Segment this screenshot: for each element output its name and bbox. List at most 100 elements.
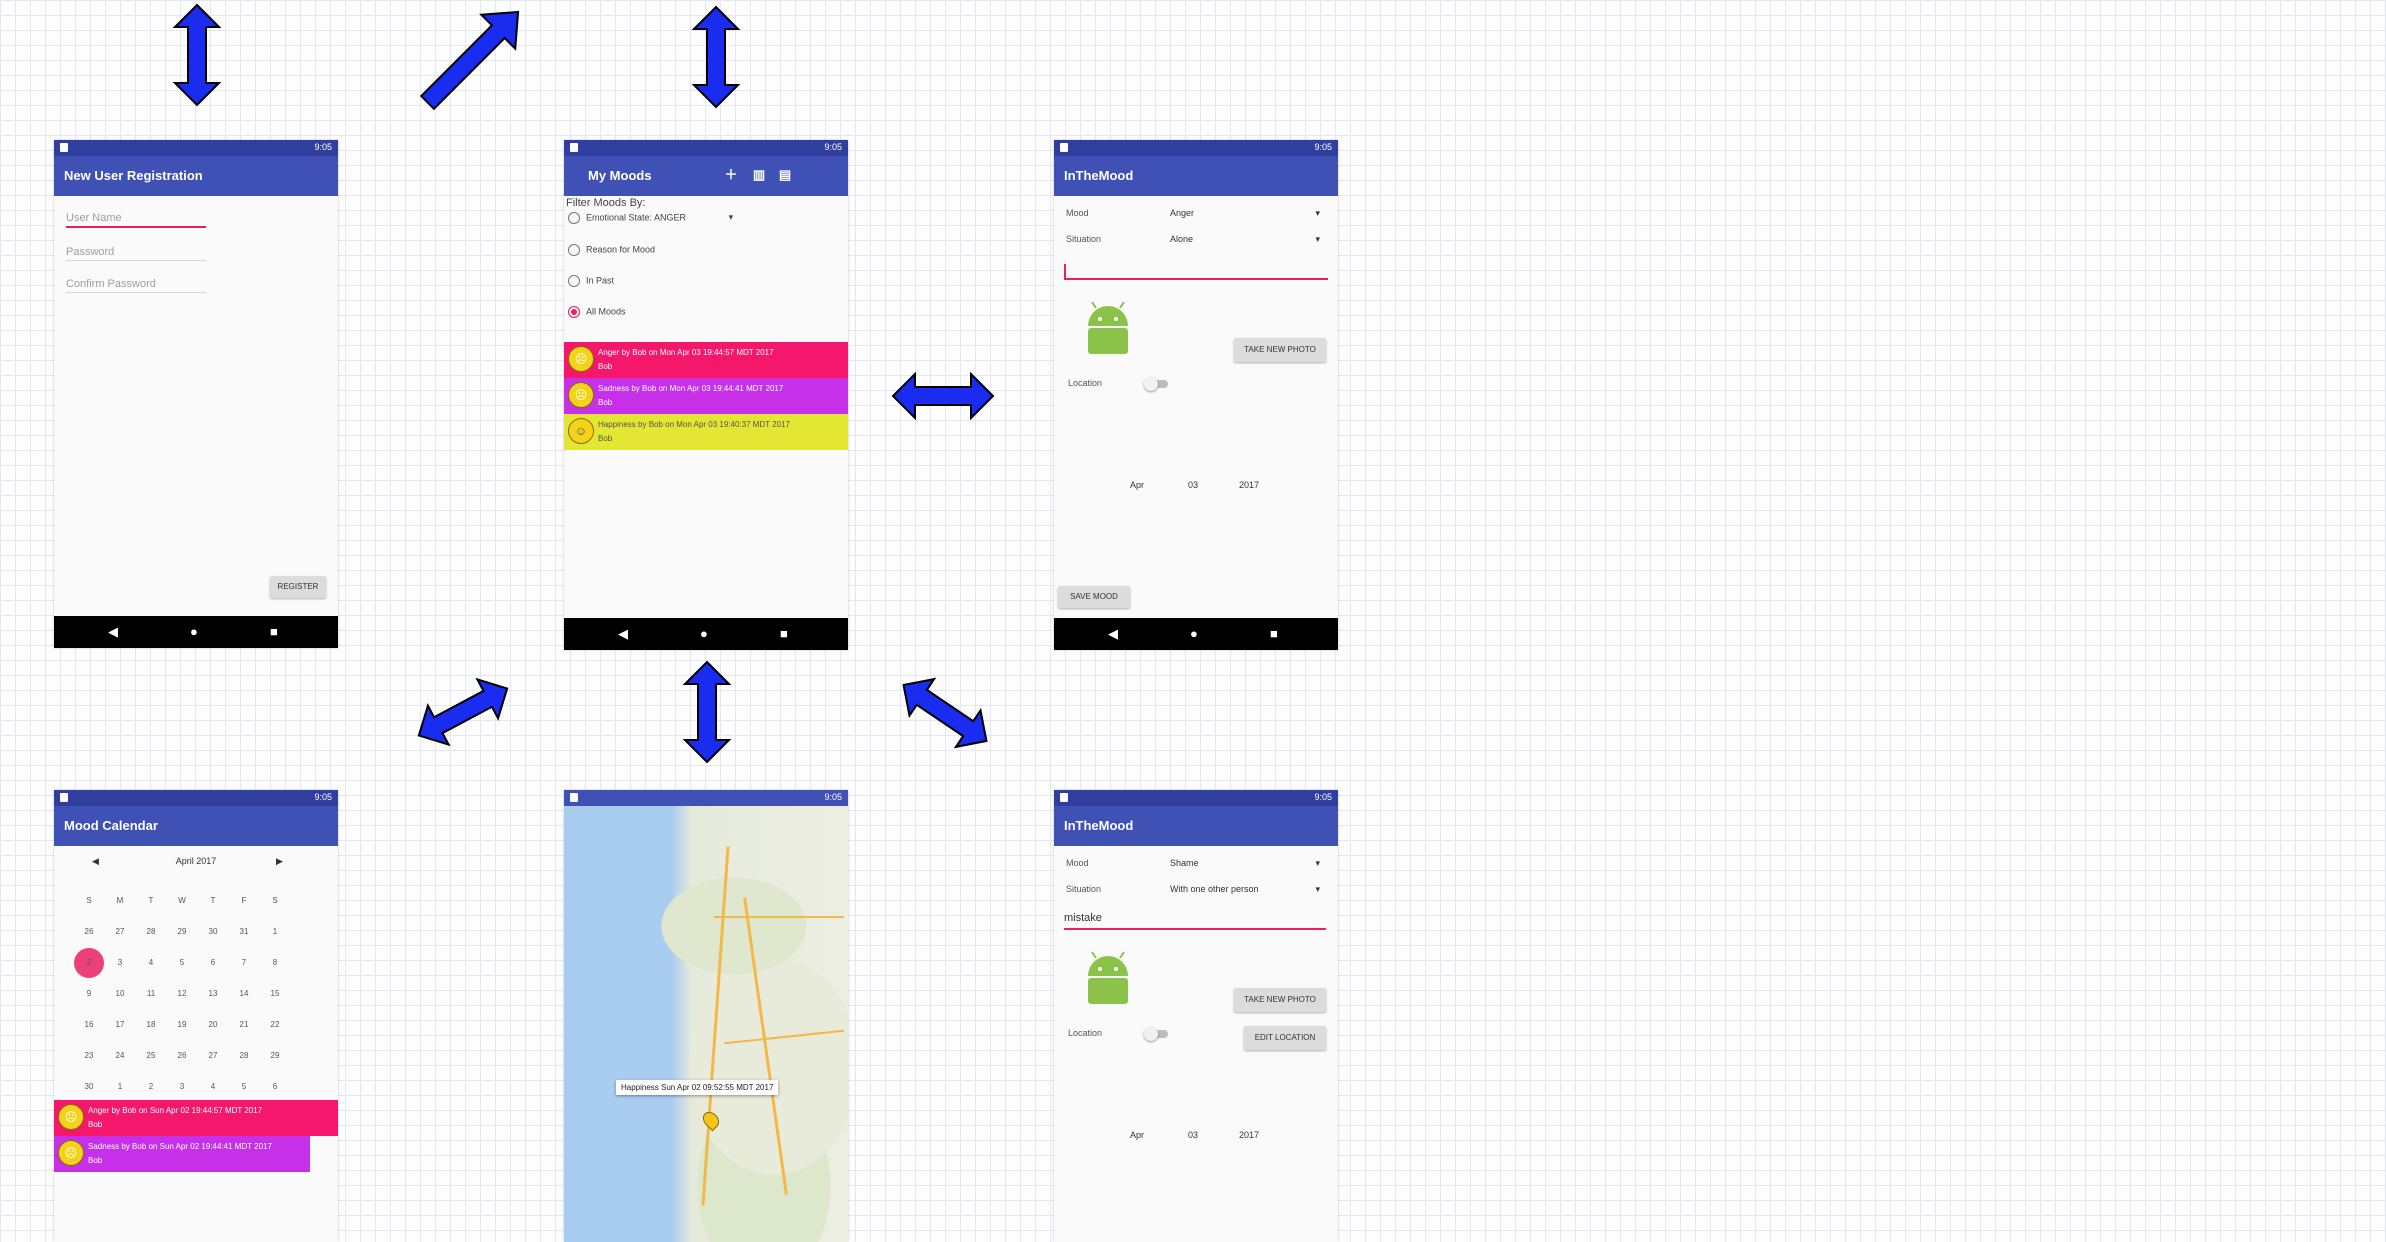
back-icon[interactable]: ◀: [108, 624, 118, 640]
arrow-top-left: [174, 4, 220, 106]
filter-reason[interactable]: Reason for Mood: [568, 244, 655, 256]
map-icon[interactable]: ▥: [752, 168, 766, 182]
status-bar: 9:05: [564, 140, 848, 156]
calendar-day[interactable]: 16: [74, 1010, 104, 1040]
calendar-day[interactable]: 4: [136, 948, 166, 978]
date-month[interactable]: Apr: [1122, 1130, 1152, 1140]
date-year[interactable]: 2017: [1234, 480, 1264, 490]
situation-label: Situation: [1066, 234, 1102, 244]
weekday-label: T: [210, 896, 216, 905]
calendar-day[interactable]: 30: [74, 1072, 104, 1102]
calendar-day[interactable]: 24: [105, 1041, 135, 1071]
next-month-icon[interactable]: ▶: [276, 856, 283, 867]
calendar-day[interactable]: 10: [105, 979, 135, 1009]
month-label: April 2017: [175, 856, 217, 866]
home-icon[interactable]: ●: [190, 624, 198, 639]
calendar-day[interactable]: 26: [74, 917, 104, 947]
calendar-day[interactable]: 27: [105, 917, 135, 947]
mood-select[interactable]: Anger ▾: [1170, 208, 1320, 219]
add-mood-icon[interactable]: ＋: [724, 168, 738, 182]
filter-all[interactable]: All Moods: [568, 306, 626, 318]
edit-mood-screen: 9:05 InTheMood Mood Shame ▾ Situation Wit…: [1054, 790, 1338, 1242]
calendar-day[interactable]: 18: [136, 1010, 166, 1040]
mood-select[interactable]: Shame ▾: [1170, 858, 1320, 869]
calendar-day[interactable]: 17: [105, 1010, 135, 1040]
register-button[interactable]: REGISTER: [270, 576, 326, 598]
calendar-day[interactable]: 23: [74, 1041, 104, 1071]
calendar-day[interactable]: 11: [136, 979, 166, 1009]
list-item[interactable]: ☺ Happiness by Bob on Mon Apr 03 19:40:3…: [564, 414, 848, 450]
list-item[interactable]: ☹ Anger by Bob on Mon Apr 03 19:44:57 MD…: [564, 342, 848, 378]
list-item[interactable]: ☹ Sadness by Bob on Mon Apr 03 19:44:41 …: [564, 378, 848, 414]
calendar-day[interactable]: 6: [198, 948, 228, 978]
location-toggle[interactable]: [1144, 377, 1168, 391]
home-icon[interactable]: ●: [1190, 626, 1198, 641]
date-day[interactable]: 03: [1178, 480, 1208, 490]
calendar-day[interactable]: 7: [229, 948, 259, 978]
calendar-day[interactable]: 27: [198, 1041, 228, 1071]
registration-screen: 9:05 New User Registration User Name Pas…: [54, 140, 338, 648]
date-year[interactable]: 2017: [1234, 1130, 1264, 1140]
calendar-day[interactable]: 25: [136, 1041, 166, 1071]
calendar-day[interactable]: 2: [136, 1072, 166, 1102]
calendar-icon[interactable]: ▤: [778, 168, 792, 182]
home-icon[interactable]: ●: [700, 626, 708, 641]
calendar-day[interactable]: 5: [167, 948, 197, 978]
calendar-day[interactable]: 12: [167, 979, 197, 1009]
take-photo-button[interactable]: TAKE NEW PHOTO: [1234, 338, 1326, 362]
back-icon[interactable]: ◀: [618, 626, 628, 642]
back-icon[interactable]: ◀: [1108, 626, 1118, 642]
reason-field[interactable]: [1064, 264, 1328, 280]
calendar-day[interactable]: 14: [229, 979, 259, 1009]
nav-bar: ◀ ● ■: [1054, 618, 1338, 650]
reason-field[interactable]: mistake: [1064, 912, 1326, 930]
calendar-day[interactable]: 31: [229, 917, 259, 947]
map-pin-icon[interactable]: [699, 1108, 723, 1132]
calendar-day[interactable]: 29: [260, 1041, 290, 1071]
save-mood-button[interactable]: SAVE MOOD: [1058, 586, 1130, 608]
calendar-day[interactable]: 21: [229, 1010, 259, 1040]
calendar-screen: 9:05 Mood Calendar ◀ April 2017 ▶ S M T W T F…: [54, 790, 338, 1242]
calendar-day[interactable]: 5: [229, 1072, 259, 1102]
calendar-day[interactable]: 22: [260, 1010, 290, 1040]
date-month[interactable]: Apr: [1122, 480, 1152, 490]
weekday-label: F: [241, 896, 247, 905]
list-item[interactable]: ☹ Sadness by Bob on Sun Apr 02 19:44:41 …: [54, 1136, 310, 1172]
password-field[interactable]: Password: [66, 246, 206, 261]
calendar-day[interactable]: 3: [105, 948, 135, 978]
situation-select[interactable]: Alone ▾: [1170, 234, 1320, 245]
calendar-day[interactable]: 20: [198, 1010, 228, 1040]
calendar-day[interactable]: 13: [198, 979, 228, 1009]
map-view[interactable]: Happiness Sun Apr 02 09:52:55 MDT 2017: [564, 806, 848, 1242]
list-item[interactable]: ☹ Anger by Bob on Sun Apr 02 19:44:57 MD…: [54, 1100, 338, 1136]
calendar-day[interactable]: 28: [229, 1041, 259, 1071]
calendar-day[interactable]: 26: [167, 1041, 197, 1071]
calendar-day[interactable]: 19: [167, 1010, 197, 1040]
recents-icon[interactable]: ■: [1270, 626, 1278, 641]
filter-emotional-state[interactable]: Emotional State: ANGER ▾: [568, 212, 733, 224]
username-field[interactable]: User Name: [66, 212, 206, 228]
calendar-day[interactable]: 4: [198, 1072, 228, 1102]
calendar-day[interactable]: 2: [74, 948, 104, 978]
calendar-day[interactable]: 30: [198, 917, 228, 947]
prev-month-icon[interactable]: ◀: [92, 856, 99, 867]
calendar-day[interactable]: 9: [74, 979, 104, 1009]
calendar-day[interactable]: 8: [260, 948, 290, 978]
situation-select[interactable]: With one other person ▾: [1170, 884, 1320, 895]
date-day[interactable]: 03: [1178, 1130, 1208, 1140]
calendar-day[interactable]: 1: [260, 917, 290, 947]
recents-icon[interactable]: ■: [780, 626, 788, 641]
location-toggle[interactable]: [1144, 1027, 1168, 1041]
calendar-day[interactable]: 3: [167, 1072, 197, 1102]
calendar-day[interactable]: 15: [260, 979, 290, 1009]
filter-past[interactable]: In Past: [568, 275, 614, 287]
calendar-day[interactable]: 28: [136, 917, 166, 947]
confirm-password-field[interactable]: Confirm Password: [66, 278, 206, 293]
calendar-day[interactable]: 6: [260, 1072, 290, 1102]
calendar-day[interactable]: 29: [167, 917, 197, 947]
edit-location-button[interactable]: EDIT LOCATION: [1244, 1026, 1326, 1050]
calendar-day[interactable]: 1: [105, 1072, 135, 1102]
map-marker-label: Happiness Sun Apr 02 09:52:55 MDT 2017: [616, 1080, 779, 1095]
take-photo-button[interactable]: TAKE NEW PHOTO: [1234, 988, 1326, 1012]
recents-icon[interactable]: ■: [270, 624, 278, 639]
